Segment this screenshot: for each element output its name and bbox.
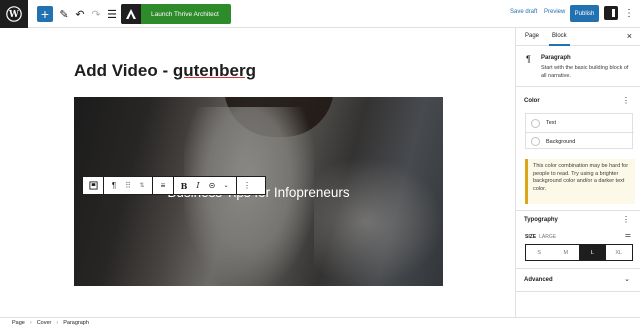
panel-divider — [516, 210, 640, 211]
launch-thrive-architect-button[interactable]: Launch Thrive Architect — [121, 4, 231, 24]
thrive-logo-icon — [121, 4, 141, 24]
typography-panel-heading: Typography — [524, 217, 558, 223]
settings-sidebar-icon[interactable] — [604, 6, 618, 20]
preview-button[interactable]: Preview — [544, 9, 565, 15]
undo-icon[interactable]: ↶ — [72, 6, 88, 22]
save-draft-button[interactable]: Save draft — [510, 9, 537, 15]
bold-icon[interactable]: B — [177, 177, 191, 194]
font-size-custom-icon[interactable]: ⚌ — [625, 231, 631, 239]
close-icon[interactable]: × — [627, 31, 632, 41]
more-rich-text-chevron-icon[interactable]: ⌄ — [219, 177, 233, 194]
text-color-label: Text — [546, 120, 557, 126]
post-title-underlined: gutenberg — [172, 61, 256, 80]
panel-divider — [516, 291, 640, 292]
drag-handle-icon[interactable]: ⠿ — [121, 177, 135, 194]
list-view-icon[interactable]: ☰ — [104, 6, 120, 22]
advanced-panel-heading[interactable]: Advanced — [524, 277, 553, 283]
select-parent-icon[interactable] — [86, 177, 100, 194]
post-title[interactable]: Add Video - gutenberg — [74, 61, 256, 81]
svg-text:W: W — [8, 10, 19, 20]
more-options-icon[interactable]: ⋮ — [624, 6, 634, 22]
editor-app: W + ✎ ↶ ↷ ☰ Launch Thrive Architect Save… — [0, 0, 640, 327]
redo-icon[interactable]: ↷ — [88, 6, 104, 22]
tab-block[interactable]: Block — [549, 33, 570, 46]
paragraph-icon[interactable]: ¶ — [107, 177, 121, 194]
background-color-label: Background — [546, 138, 576, 145]
italic-icon[interactable]: I — [191, 177, 205, 194]
color-settings: Text Background — [525, 113, 634, 150]
block-card-name: Paragraph — [541, 55, 571, 61]
font-size-title: SIZE — [525, 234, 537, 240]
editor-canvas: Add Video - gutenberg Business Tips for … — [0, 28, 515, 317]
block-card: ¶ Paragraph Start with the basic buildin… — [516, 47, 640, 87]
breadcrumb-page[interactable]: Page — [12, 320, 25, 326]
panel-divider — [516, 268, 640, 269]
text-color-option[interactable]: Text — [526, 114, 634, 132]
block-card-description: Start with the basic building block of a… — [541, 65, 629, 79]
align-center-icon[interactable]: ≡ — [156, 177, 170, 194]
paragraph-block-icon: ¶ — [526, 54, 531, 64]
breadcrumb: Page › Cover › Paragraph — [0, 317, 640, 327]
font-size-m[interactable]: M — [553, 245, 580, 260]
chevron-down-icon[interactable]: ⌄ — [624, 275, 630, 283]
block-switcher-group: ¶ ⠿ ⇅ — [104, 177, 153, 194]
move-up-down-icon[interactable]: ⇅ — [135, 177, 149, 194]
edit-pencil-icon[interactable]: ✎ — [56, 6, 72, 22]
font-size-label: SIZE LARGE — [525, 234, 556, 240]
align-group: ≡ — [153, 177, 174, 194]
breadcrumb-separator: › — [29, 319, 32, 326]
text-color-swatch — [531, 118, 540, 128]
color-panel-heading: Color — [524, 98, 540, 104]
color-panel-options-icon[interactable]: ⋮ — [622, 96, 630, 105]
post-title-prefix: Add Video - — [74, 61, 173, 80]
thrive-button-label: Launch Thrive Architect — [151, 10, 219, 18]
link-icon[interactable]: ⊝ — [205, 177, 219, 194]
font-size-l[interactable]: L — [579, 245, 606, 260]
options-group: ⋮ — [237, 177, 257, 194]
contrast-warning: This color combination may be hard for p… — [525, 159, 635, 204]
block-options-icon[interactable]: ⋮ — [240, 177, 254, 194]
publish-button[interactable]: Publish — [570, 5, 599, 22]
wordpress-logo-icon[interactable]: W — [0, 0, 28, 28]
tab-page[interactable]: Page — [525, 33, 539, 39]
settings-sidebar: Page Block × ¶ Paragraph Start with the … — [515, 28, 640, 317]
format-group: B I ⊝ ⌄ — [174, 177, 237, 194]
typography-panel-options-icon[interactable]: ⋮ — [622, 215, 630, 224]
font-size-picker: S M L XL — [525, 244, 633, 261]
breadcrumb-paragraph: Paragraph — [63, 319, 89, 326]
font-size-value: LARGE — [539, 234, 557, 240]
background-color-swatch — [531, 137, 540, 146]
add-block-icon[interactable]: + — [37, 6, 53, 22]
background-color-option[interactable]: Background — [526, 132, 634, 150]
breadcrumb-separator: › — [56, 319, 59, 326]
sidebar-tabs: Page Block × — [516, 28, 640, 46]
font-size-s[interactable]: S — [526, 245, 553, 260]
block-toolbar: ¶ ⠿ ⇅ ≡ B I ⊝ ⌄ ⋮ — [82, 176, 266, 195]
top-toolbar: W + ✎ ↶ ↷ ☰ Launch Thrive Architect Save… — [0, 0, 640, 28]
parent-group — [83, 177, 104, 194]
font-size-xl[interactable]: XL — [606, 245, 633, 260]
breadcrumb-cover[interactable]: Cover — [37, 320, 52, 326]
